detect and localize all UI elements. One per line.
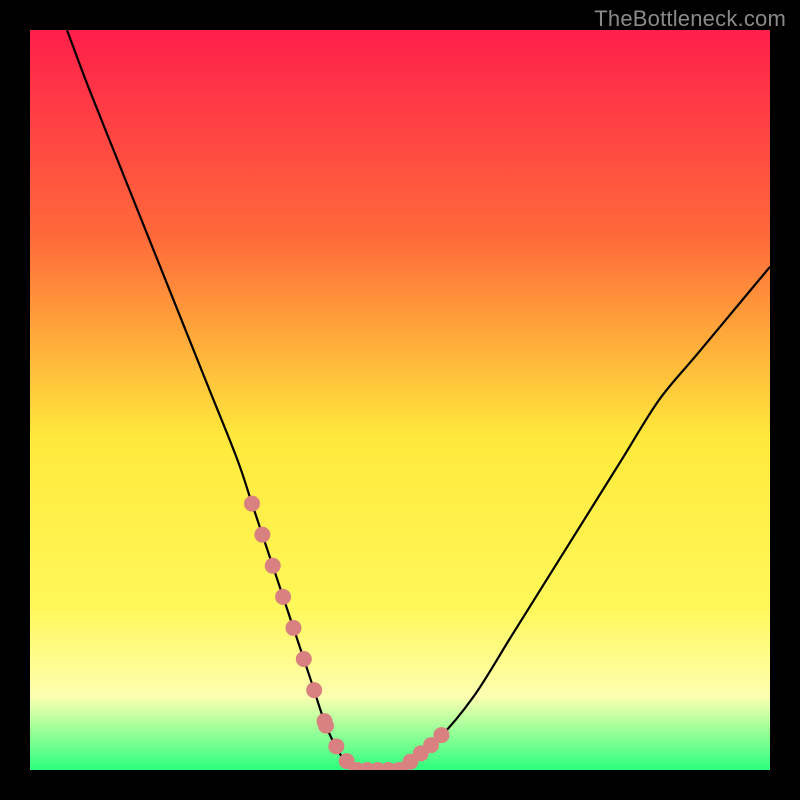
- bottleneck-chart: [30, 30, 770, 770]
- valley-marker-dot: [265, 558, 281, 574]
- valley-marker-dot: [328, 738, 344, 754]
- valley-marker-dot: [306, 682, 322, 698]
- valley-marker-dot: [433, 727, 449, 743]
- valley-marker-dot: [285, 620, 301, 636]
- watermark-text: TheBottleneck.com: [594, 6, 786, 32]
- valley-marker-dot: [254, 527, 270, 543]
- valley-marker-dot: [244, 496, 260, 512]
- valley-marker-dot: [318, 718, 334, 734]
- valley-marker-dot: [275, 589, 291, 605]
- valley-marker-dot: [296, 651, 312, 667]
- chart-frame: TheBottleneck.com: [0, 0, 800, 800]
